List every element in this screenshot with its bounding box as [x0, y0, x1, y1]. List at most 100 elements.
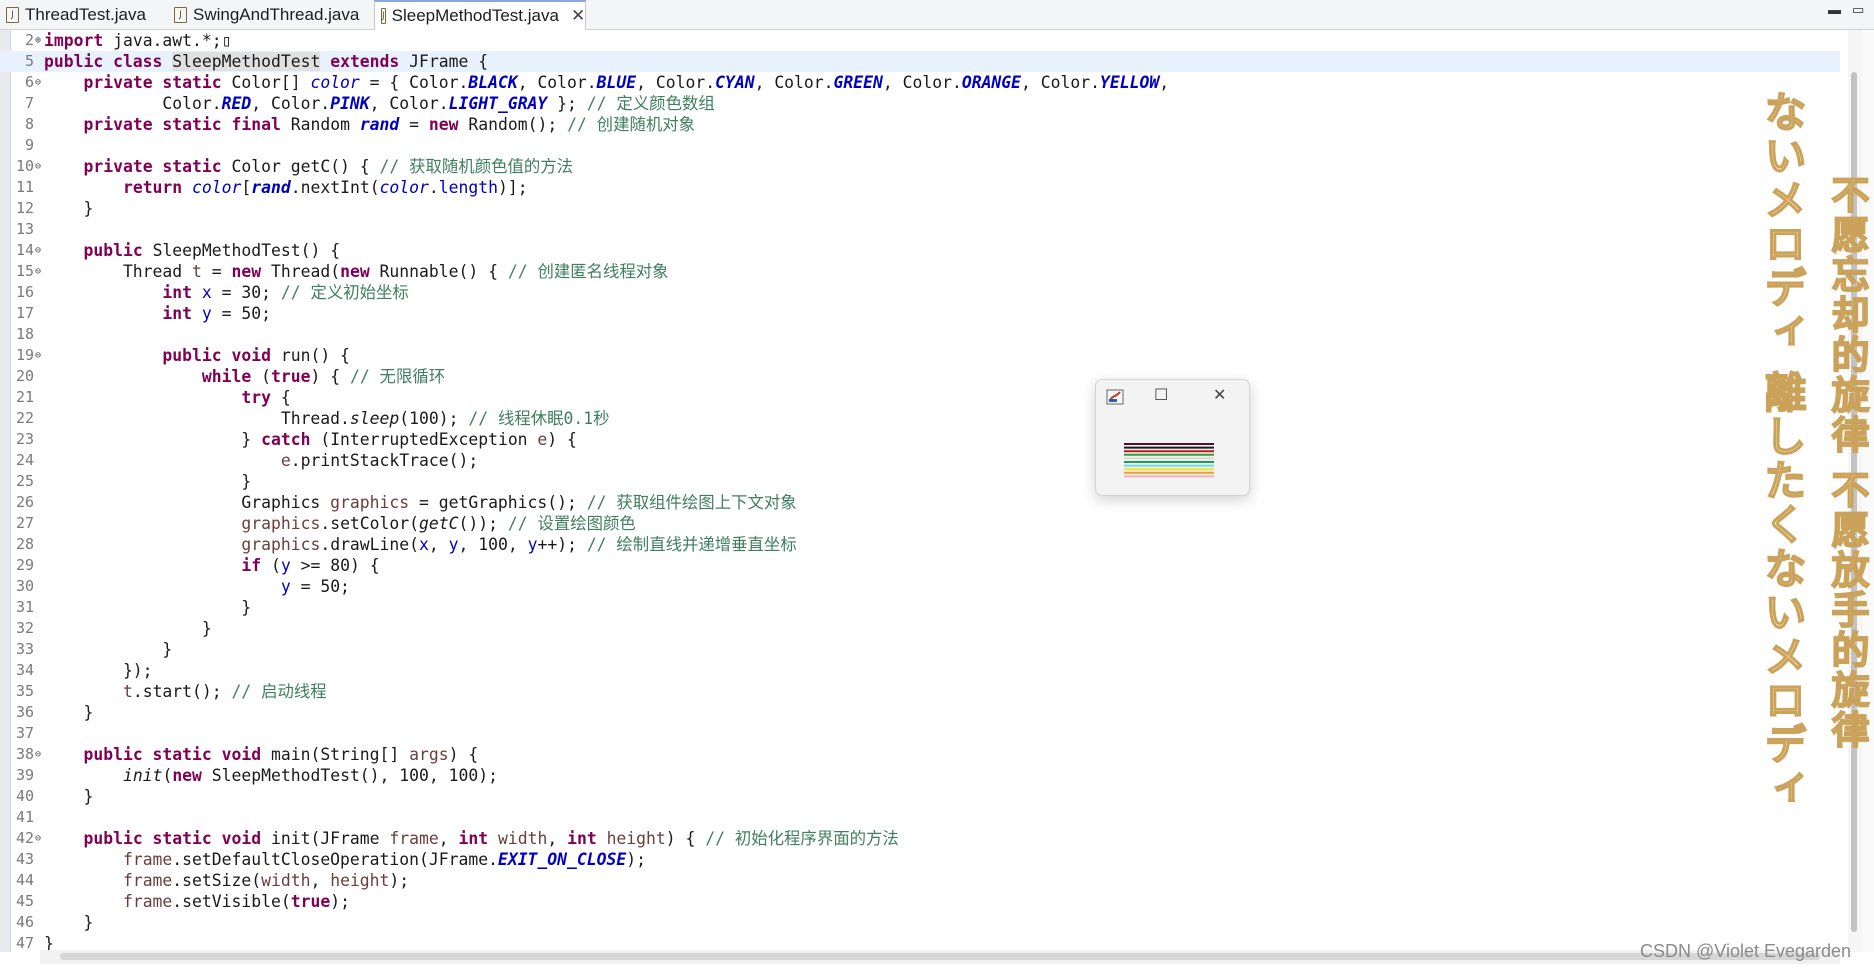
code-line[interactable]: 8 private static final Random rand = new…: [0, 114, 1840, 135]
fold-toggle-icon[interactable]: ⊕: [35, 30, 41, 51]
line-number: 18: [15, 325, 34, 343]
code-text: public void run() {: [162, 346, 350, 365]
code-line[interactable]: 20 while (true) { // 无限循环: [0, 366, 1840, 387]
code-line[interactable]: 29 if (y >= 80) {: [0, 555, 1840, 576]
line-number: 43: [15, 850, 34, 868]
code-line[interactable]: 37: [0, 723, 1840, 744]
line-number: 33: [15, 640, 34, 658]
minimize-view-icon[interactable]: ▬: [1828, 2, 1841, 17]
fold-toggle-icon[interactable]: ⊖: [35, 744, 41, 765]
code-line[interactable]: 39 init(new SleepMethodTest(), 100, 100)…: [0, 765, 1840, 786]
line-number: 38: [15, 745, 34, 763]
fold-toggle-icon[interactable]: ⊖: [35, 828, 41, 849]
code-line[interactable]: 11 return color[rand.nextInt(color.lengt…: [0, 177, 1840, 198]
code-line[interactable]: 15 ⊖ Thread t = new Thread(new Runnable()…: [0, 261, 1840, 282]
code-line[interactable]: 5 public class SleepMethodTest extends JF…: [0, 51, 1840, 72]
fold-toggle-icon[interactable]: ⊖: [35, 345, 41, 366]
code-editor[interactable]: 2 ⊕ import java.awt.*;▯ 5 public class Sleep…: [0, 30, 1874, 953]
tab-label: ThreadTest.java: [25, 5, 146, 24]
code-line[interactable]: 36 }: [0, 702, 1840, 723]
tab-threadtest[interactable]: J ThreadTest.java: [0, 0, 168, 30]
line-number: 25: [15, 472, 34, 490]
close-tab-icon[interactable]: ✕: [571, 6, 585, 26]
code-line[interactable]: 9: [0, 135, 1840, 156]
code-text: }: [44, 472, 252, 491]
code-line[interactable]: 27 graphics.setColor(getC()); // 设置绘图颜色: [0, 513, 1840, 534]
code-line[interactable]: 21 try {: [0, 387, 1840, 408]
code-line[interactable]: 14 ⊖ public SleepMethodTest() {: [0, 240, 1840, 261]
line-number: 27: [15, 514, 34, 532]
decorative-lyric-left: ないメロディ 離したくないメロディ: [1757, 89, 1808, 811]
fold-toggle-icon[interactable]: ⊖: [35, 240, 41, 261]
code-line[interactable]: 17 int y = 50;: [0, 303, 1840, 324]
tab-swingandthread[interactable]: J SwingAndThread.java: [168, 0, 374, 30]
code-line[interactable]: 32 }: [0, 618, 1840, 639]
horizontal-scroll-thumb[interactable]: [60, 953, 1820, 960]
code-line[interactable]: 18: [0, 324, 1840, 345]
line-number: 31: [15, 598, 34, 616]
code-line[interactable]: 46 }: [0, 912, 1840, 933]
tab-sleepmethodtest[interactable]: J SleepMethodTest.java ✕: [374, 0, 586, 30]
window-maximize-button[interactable]: ☐: [1154, 385, 1168, 405]
line-number: 41: [15, 808, 34, 826]
code-line[interactable]: 16 int x = 30; // 定义初始坐标: [0, 282, 1840, 303]
code-text: frame.setSize(width, height);: [122, 871, 410, 890]
fold-toggle-icon[interactable]: ⊖: [35, 156, 41, 177]
line-number: 12: [15, 199, 34, 217]
code-text: public static void main(String[] args) {: [83, 745, 479, 764]
code-line[interactable]: 13: [0, 219, 1840, 240]
code-line[interactable]: 28 graphics.drawLine(x, y, 100, y++); //…: [0, 534, 1840, 555]
window-close-button[interactable]: ✕: [1213, 385, 1226, 405]
line-number: 13: [15, 220, 34, 238]
code-line[interactable]: 38 ⊖ public static void main(String[] arg…: [0, 744, 1840, 765]
code-text: }: [44, 619, 212, 638]
code-line[interactable]: 22 Thread.sleep(100); // 线程休眠0.1秒: [0, 408, 1840, 429]
fold-toggle-icon[interactable]: ⊖: [35, 72, 41, 93]
maximize-view-icon[interactable]: ▭: [1852, 2, 1864, 18]
code-text: frame.setDefaultCloseOperation(JFrame.EX…: [122, 850, 646, 869]
code-line[interactable]: 10 ⊖ private static Color getC() { // 获取随…: [0, 156, 1840, 177]
code-text: public class SleepMethodTest extends JFr…: [44, 52, 489, 71]
code-line[interactable]: 12 }: [0, 198, 1840, 219]
code-line[interactable]: 41: [0, 807, 1840, 828]
code-text: }: [44, 913, 94, 932]
code-text: public SleepMethodTest() {: [83, 241, 341, 260]
java-app-icon: [1106, 389, 1124, 405]
code-line[interactable]: 43 frame.setDefaultCloseOperation(JFrame…: [0, 849, 1840, 870]
code-line[interactable]: 33 }: [0, 639, 1840, 660]
code-line[interactable]: 44 frame.setSize(width, height);: [0, 870, 1840, 891]
code-text: if (y >= 80) {: [241, 556, 380, 575]
code-line[interactable]: 31 }: [0, 597, 1840, 618]
code-line[interactable]: 23 } catch (InterruptedException e) {: [0, 429, 1840, 450]
editor-tab-bar: J ThreadTest.java J SwingAndThread.java …: [0, 0, 1874, 30]
line-number: 16: [15, 283, 34, 301]
code-line[interactable]: 34 });: [0, 660, 1840, 681]
code-line[interactable]: 40 }: [0, 786, 1840, 807]
line-number: 17: [15, 304, 34, 322]
code-line[interactable]: 6 ⊖ private static Color[] color = { Colo…: [0, 72, 1840, 93]
code-text: });: [44, 661, 153, 680]
tab-label: SleepMethodTest.java: [391, 6, 559, 25]
code-line[interactable]: 25 }: [0, 471, 1840, 492]
code-line[interactable]: 42 ⊖ public static void init(JFrame frame…: [0, 828, 1840, 849]
line-number: 46: [15, 913, 34, 931]
code-text: int x = 30; // 定义初始坐标: [162, 283, 409, 302]
code-line[interactable]: 7 Color.RED, Color.PINK, Color.LIGHT_GRA…: [0, 93, 1840, 114]
fold-toggle-icon[interactable]: ⊖: [35, 261, 41, 282]
code-line[interactable]: 30 y = 50;: [0, 576, 1840, 597]
code-line[interactable]: 35 t.start(); // 启动线程: [0, 681, 1840, 702]
code-text: Color.RED, Color.PINK, Color.LIGHT_GRAY …: [44, 94, 715, 113]
code-text: init(new SleepMethodTest(), 100, 100);: [122, 766, 498, 785]
code-text: e.printStackTrace();: [280, 451, 479, 470]
code-line[interactable]: 24 e.printStackTrace();: [0, 450, 1840, 471]
code-line[interactable]: 19 ⊖ public void run() {: [0, 345, 1840, 366]
line-number: 7: [24, 94, 34, 112]
code-line[interactable]: 45 frame.setVisible(true);: [0, 891, 1840, 912]
code-line[interactable]: 26 Graphics graphics = getGraphics(); //…: [0, 492, 1840, 513]
code-text: }: [44, 598, 252, 617]
line-number: 47: [15, 934, 34, 952]
code-line[interactable]: 2 ⊕ import java.awt.*;▯: [0, 30, 1840, 51]
running-app-window[interactable]: ☐ ✕: [1095, 379, 1250, 496]
line-number: 28: [15, 535, 34, 553]
code-text: graphics.setColor(getC()); // 设置绘图颜色: [241, 514, 636, 533]
